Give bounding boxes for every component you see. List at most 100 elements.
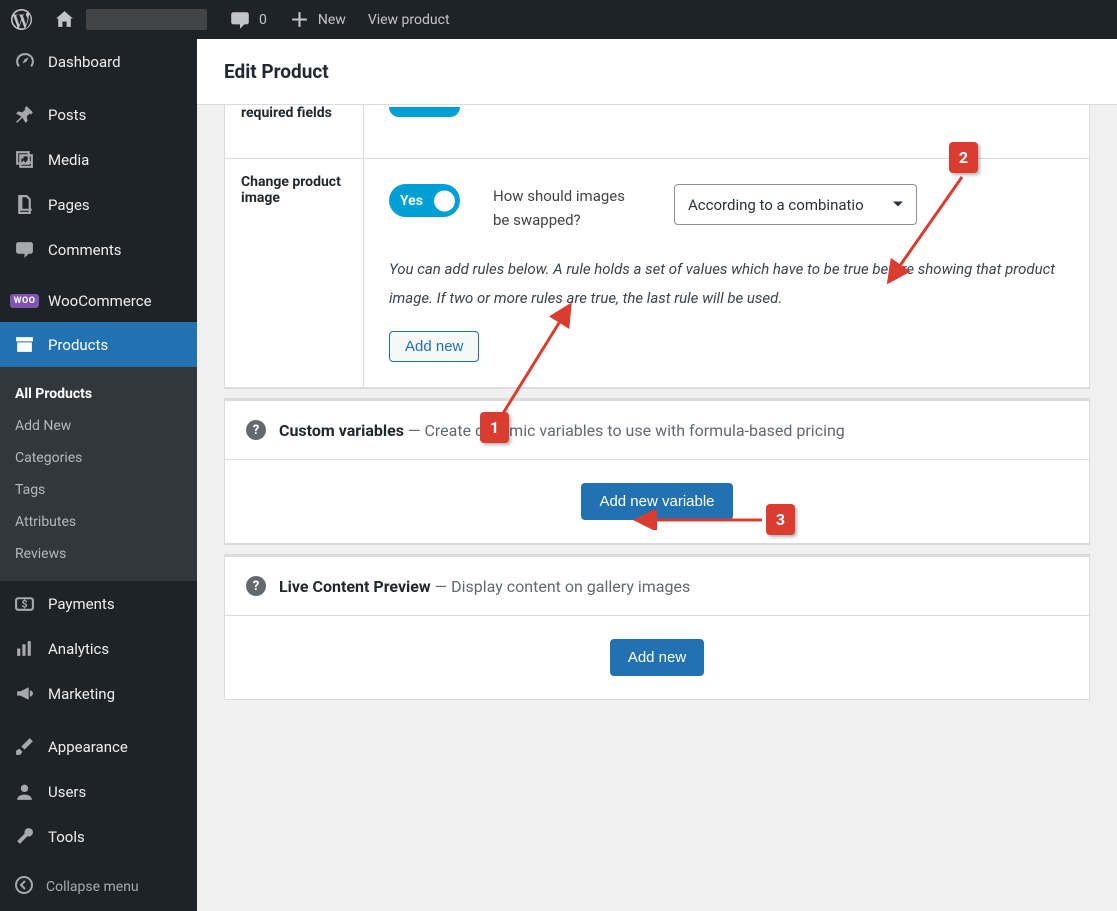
site-name-redacted	[86, 9, 207, 30]
submenu-add-new[interactable]: Add New	[0, 410, 197, 442]
wordpress-logo-icon	[11, 9, 32, 30]
sidebar-item-payments[interactable]: $ Payments	[0, 581, 197, 626]
new-label: New	[318, 12, 346, 28]
collapse-menu-button[interactable]: Collapse menu	[0, 863, 197, 911]
live-preview-title: Live Content Preview	[279, 577, 431, 596]
section-divider	[224, 544, 1090, 555]
sidebar-item-media[interactable]: Media	[0, 137, 197, 182]
section-title-line: Live Content Preview — Display content o…	[279, 577, 690, 596]
sidebar-item-label: Pages	[48, 196, 90, 214]
submenu-attributes[interactable]: Attributes	[0, 506, 197, 538]
analytics-icon	[14, 638, 35, 659]
sidebar-item-products[interactable]: Products	[0, 322, 197, 367]
sidebar-item-label: Posts	[48, 106, 86, 124]
submenu-categories[interactable]: Categories	[0, 442, 197, 474]
custom-variables-title: Custom variables	[279, 421, 404, 440]
sidebar-item-tools[interactable]: Tools	[0, 814, 197, 859]
toggle-label: Yes	[400, 193, 423, 209]
archive-icon	[14, 334, 35, 355]
sidebar-item-label: Comments	[48, 241, 122, 259]
user-icon	[14, 781, 35, 802]
section-divider	[224, 388, 1090, 399]
comment-bubble-icon	[229, 9, 251, 31]
wrench-icon	[14, 826, 35, 847]
sidebar-item-pages[interactable]: Pages	[0, 182, 197, 227]
live-preview-header[interactable]: ? Live Content Preview — Display content…	[225, 556, 1089, 615]
home-icon	[54, 9, 75, 30]
sidebar-item-users[interactable]: Users	[0, 769, 197, 814]
sidebar-item-analytics[interactable]: Analytics	[0, 626, 197, 671]
add-new-rule-button[interactable]: Add new	[389, 331, 479, 362]
woocommerce-icon: WOO	[14, 294, 35, 308]
toggle-knob	[434, 190, 455, 211]
view-product-label: View product	[368, 12, 450, 28]
admin-toolbar: 0 New View product	[0, 0, 1117, 39]
live-preview-subtitle: Display content on gallery images	[451, 577, 690, 596]
sidebar-item-label: Dashboard	[48, 53, 121, 71]
dash: —	[408, 421, 424, 440]
live-preview-panel: ? Live Content Preview — Display content…	[224, 555, 1090, 700]
collapse-label: Collapse menu	[46, 879, 139, 895]
swap-question-label: How should images be swapped?	[493, 184, 641, 232]
new-content-link[interactable]: New	[278, 0, 357, 39]
sidebar-item-label: WooCommerce	[48, 292, 152, 310]
payments-icon: $	[14, 593, 35, 614]
submenu-reviews[interactable]: Reviews	[0, 538, 197, 570]
comments-link[interactable]: 0	[218, 0, 278, 39]
sidebar-item-woocommerce[interactable]: WOO WooCommerce	[0, 280, 197, 322]
help-icon: ?	[246, 420, 266, 440]
products-submenu: All Products Add New Categories Tags Att…	[0, 367, 197, 581]
change-image-toggle[interactable]: Yes	[389, 184, 460, 217]
rules-help-text: You can add rules below. A rule holds a …	[389, 255, 1064, 312]
custom-variables-subtitle: Create dynamic variables to use with for…	[424, 421, 844, 440]
submenu-tags[interactable]: Tags	[0, 474, 197, 506]
dash: —	[435, 577, 451, 596]
change-image-label: Change product image	[241, 174, 341, 206]
sidebar-item-marketing[interactable]: Marketing	[0, 671, 197, 716]
plus-icon	[289, 9, 310, 30]
admin-sidebar: Dashboard Posts Media Pages Comments	[0, 39, 197, 911]
sidebar-item-label: Appearance	[48, 738, 128, 756]
collapse-icon	[14, 875, 34, 899]
sidebar-item-label: Tools	[48, 828, 85, 846]
required-fields-label: required fields	[241, 105, 332, 121]
product-data-panel: required fields Change product image	[224, 105, 1090, 388]
page-header: Edit Product	[197, 39, 1117, 105]
megaphone-icon	[14, 683, 35, 704]
sidebar-item-label: Payments	[48, 595, 115, 613]
sidebar-item-label: Media	[48, 151, 89, 169]
help-icon: ?	[246, 576, 266, 596]
comment-count: 0	[259, 12, 267, 28]
media-icon	[14, 149, 35, 170]
sidebar-item-posts[interactable]: Posts	[0, 92, 197, 137]
section-title-line: Custom variables — Create dynamic variab…	[279, 421, 845, 440]
sidebar-item-label: Products	[48, 336, 108, 354]
pin-icon	[14, 104, 35, 125]
page-title: Edit Product	[224, 60, 1090, 83]
partial-toggle-slice	[389, 107, 460, 117]
site-home-link[interactable]	[43, 0, 218, 39]
sidebar-item-label: Analytics	[48, 640, 109, 658]
required-fields-row-label: required fields	[225, 105, 364, 158]
custom-variables-header[interactable]: ? Custom variables — Create dynamic vari…	[225, 400, 1089, 459]
dashboard-icon	[14, 51, 35, 72]
sidebar-item-label: Marketing	[48, 685, 115, 703]
add-new-variable-button[interactable]: Add new variable	[581, 483, 732, 520]
add-new-preview-button[interactable]: Add new	[610, 639, 704, 676]
submenu-all-products[interactable]: All Products	[0, 378, 197, 410]
view-product-link[interactable]: View product	[357, 0, 461, 39]
change-image-row-label: Change product image	[225, 159, 364, 387]
pages-icon	[14, 194, 35, 215]
svg-text:$: $	[21, 598, 27, 611]
sidebar-item-appearance[interactable]: Appearance	[0, 724, 197, 769]
sidebar-item-dashboard[interactable]: Dashboard	[0, 39, 197, 84]
sidebar-item-label: Users	[48, 783, 86, 801]
wp-logo-link[interactable]	[0, 0, 43, 39]
brush-icon	[14, 736, 35, 757]
swap-mode-select[interactable]: According to a combinatio	[674, 184, 917, 225]
main-content: Edit Product 1 2 3	[197, 39, 1117, 911]
comment-icon	[14, 239, 35, 260]
select-value: According to a combinatio	[688, 196, 864, 214]
custom-variables-panel: ? Custom variables — Create dynamic vari…	[224, 399, 1090, 544]
sidebar-item-comments[interactable]: Comments	[0, 227, 197, 272]
